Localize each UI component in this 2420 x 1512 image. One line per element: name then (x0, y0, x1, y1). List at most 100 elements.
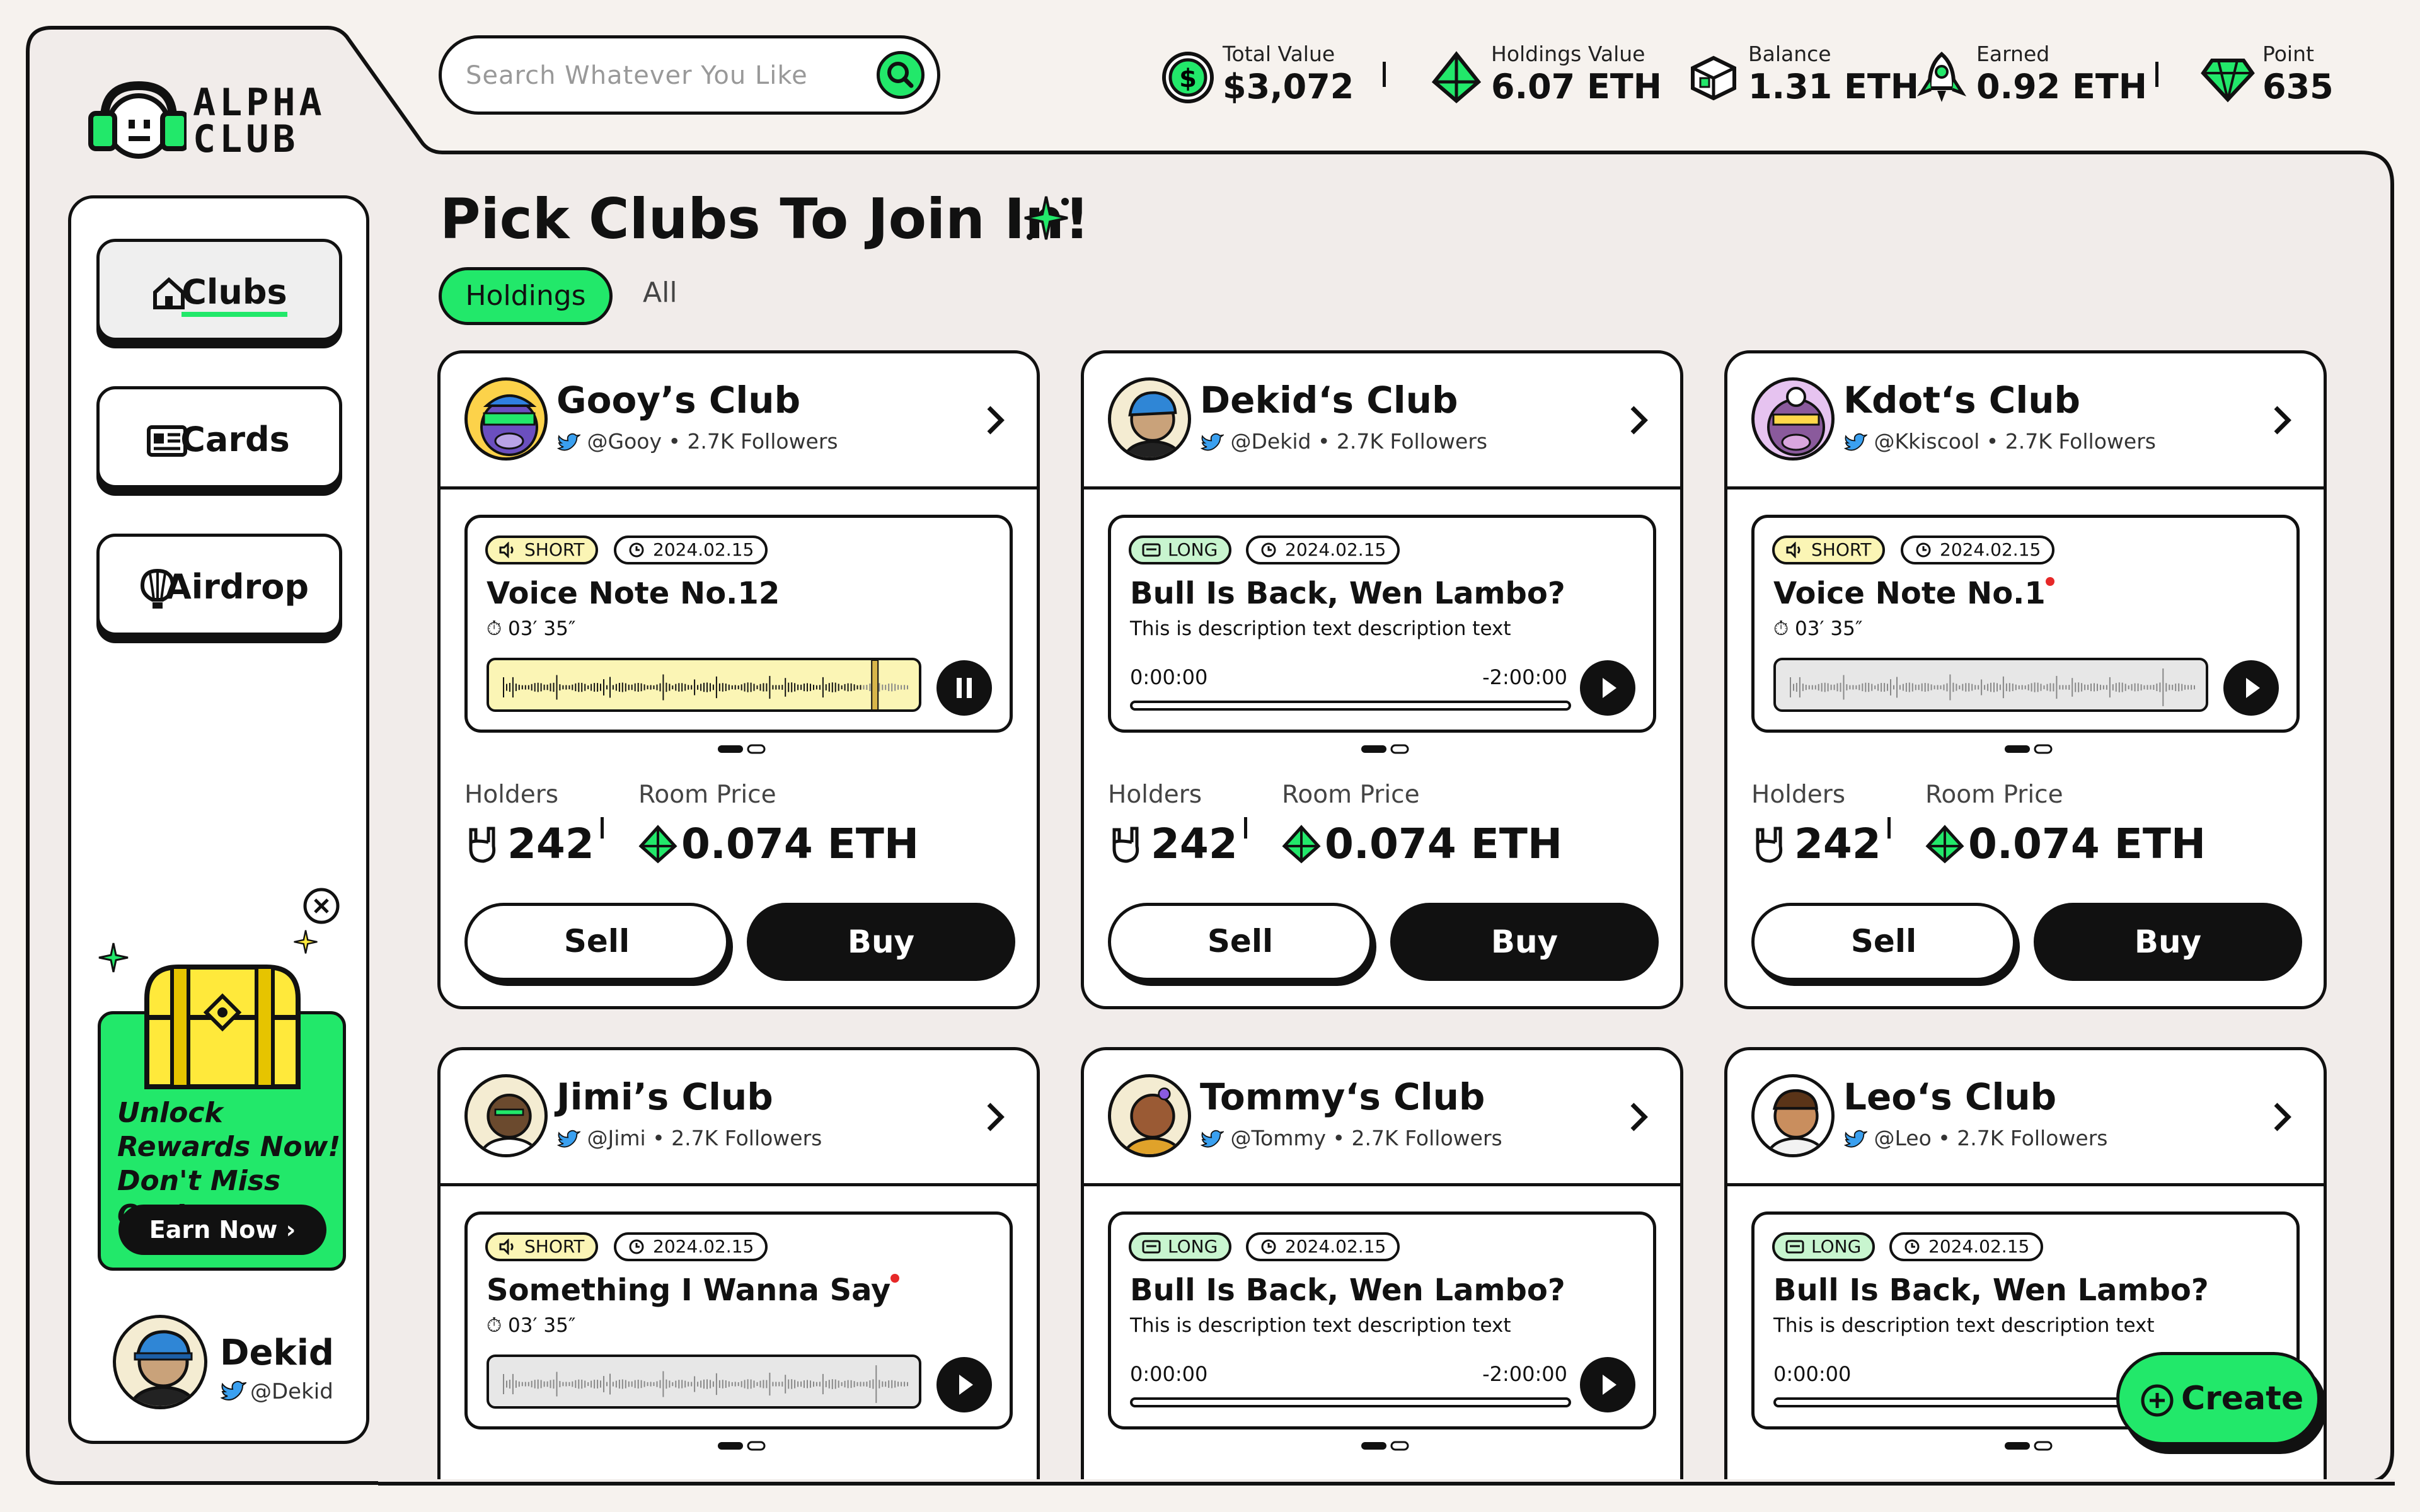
sell-button[interactable]: Sell (1751, 903, 2016, 981)
club-header[interactable]: Leo‘s Club @Leo • 2.7K Followers (1727, 1050, 2324, 1186)
avatar (464, 1074, 548, 1157)
sidebar-item-label: Clubs (100, 272, 339, 317)
create-button[interactable]: Create (2116, 1352, 2320, 1445)
audio-waveform[interactable] (487, 1354, 921, 1409)
stat-value: 1.31 ETH (1748, 67, 1919, 106)
audio-icon (499, 542, 514, 558)
buy-button[interactable]: Buy (747, 903, 1015, 981)
carousel-dots[interactable] (717, 743, 767, 755)
chevron-right-icon[interactable] (2268, 1098, 2297, 1136)
sell-button[interactable]: Sell (464, 903, 729, 981)
avatar (1108, 377, 1191, 461)
holders-count: 242 (1794, 820, 1881, 868)
tab-holdings[interactable]: Holdings (439, 267, 613, 325)
voice-note[interactable]: SHORT 2024.02.15 Voice Note No.12 ⏱ 03′ … (464, 515, 1013, 733)
progress-track[interactable] (1130, 701, 1571, 711)
avatar[interactable] (113, 1315, 207, 1409)
pause-button[interactable] (936, 660, 992, 716)
carousel-dots[interactable] (2003, 743, 2054, 755)
carousel-dots[interactable] (1360, 1440, 1410, 1452)
play-button[interactable] (2223, 660, 2279, 716)
room-price-label: Room Price (1282, 781, 1420, 809)
note-duration: ⏱ 03′ 35″ (487, 617, 576, 640)
date-badge: 2024.02.15 (1889, 1232, 2044, 1261)
twitter-bird-icon (1200, 1130, 1224, 1147)
brand-logo[interactable]: ALPHA CLUB (86, 81, 338, 163)
eth-diamond-icon (1431, 51, 1482, 103)
clock-icon (629, 1239, 644, 1254)
search-button[interactable] (877, 51, 925, 99)
user-profile[interactable]: Dekid @Dekid (113, 1310, 340, 1417)
buy-button[interactable]: Buy (1390, 903, 1659, 981)
audio-waveform[interactable] (487, 658, 921, 712)
audio-waveform[interactable] (1773, 658, 2208, 712)
play-button[interactable] (936, 1357, 992, 1412)
club-header[interactable]: Dekid‘s Club @Dekid • 2.7K Followers (1084, 353, 1680, 490)
time-elapsed: 0:00:00 (1130, 665, 1208, 689)
chevron-right-icon[interactable] (1625, 1098, 1654, 1136)
brand-name: ALPHA CLUB (193, 81, 326, 161)
note-title: Bull Is Back, Wen Lambo? (1130, 576, 1565, 611)
club-header[interactable]: Gooy’s Club @Gooy • 2.7K Followers (441, 353, 1037, 490)
club-card: Kdot‘s Club @Kkiscool • 2.7K Followers S… (1724, 350, 2327, 1009)
sidebar-item-cards[interactable]: Cards (96, 386, 342, 488)
carousel-dots[interactable] (2003, 1440, 2054, 1452)
page-title: Pick Clubs To Join In! (440, 186, 1090, 251)
club-card: Gooy’s Club @Gooy • 2.7K Followers SHORT… (437, 350, 1040, 1009)
holders-count: 242 (1151, 820, 1238, 868)
twitter-bird-icon (220, 1380, 246, 1400)
sidebar-item-clubs[interactable]: Clubs (96, 239, 342, 341)
twitter-bird-icon (1200, 433, 1224, 450)
sell-button[interactable]: Sell (1108, 903, 1373, 981)
avatar-image (129, 1330, 198, 1406)
search-input[interactable]: Search Whatever You Like (466, 61, 808, 90)
clock-icon (1916, 542, 1931, 558)
close-icon[interactable] (302, 886, 341, 925)
chevron-right-icon[interactable] (981, 1098, 1010, 1136)
play-button[interactable] (1580, 660, 1635, 716)
voice-note[interactable]: SHORT 2024.02.15 Something I Wanna Say ⏱… (464, 1211, 1013, 1429)
voice-note[interactable]: SHORT 2024.02.15 Voice Note No.1 ⏱ 03′ 3… (1751, 515, 2300, 733)
club-name: Dekid‘s Club (1200, 379, 1458, 421)
sidebar-item-label: Airdrop (165, 567, 309, 607)
chevron-right-icon[interactable] (2268, 401, 2297, 439)
duration-badge: SHORT (485, 536, 599, 564)
avatar (1108, 1074, 1191, 1157)
headphone-face-icon (88, 81, 187, 159)
stat-value: 635 (2262, 67, 2334, 106)
carousel-dots[interactable] (717, 1440, 767, 1452)
play-button[interactable] (1580, 1357, 1635, 1412)
club-header[interactable]: Jimi’s Club @Jimi • 2.7K Followers (441, 1050, 1037, 1186)
sparkle-icon (1024, 196, 1069, 240)
rock-hand-icon (1756, 827, 1783, 863)
duration-badge: SHORT (1772, 536, 1886, 564)
voice-note[interactable]: LONG 2024.02.15 Bull Is Back, Wen Lambo?… (1108, 515, 1656, 733)
time-elapsed: 0:00:00 (1773, 1362, 1852, 1386)
room-price: 0.074 ETH (1968, 820, 2206, 868)
clock-icon (1904, 1239, 1920, 1254)
avatar (1751, 1074, 1835, 1157)
sidebar-item-airdrop[interactable]: Airdrop (96, 534, 342, 636)
chevron-right-icon[interactable] (1625, 401, 1654, 439)
progress-track[interactable] (1130, 1397, 1571, 1407)
stat-label: Balance (1748, 42, 1831, 66)
waveform-graphic (1790, 668, 2195, 706)
tab-all[interactable]: All (643, 267, 677, 325)
ape-avatar-image (1767, 387, 1825, 456)
search-bar[interactable]: Search Whatever You Like (439, 35, 940, 115)
note-description: This is description text description tex… (1130, 617, 1511, 640)
time-elapsed: 0:00:00 (1130, 1362, 1208, 1386)
eth-diamond-icon (1282, 825, 1321, 864)
carousel-dots[interactable] (1360, 743, 1410, 755)
chevron-right-icon[interactable] (981, 401, 1010, 439)
avatar-image (479, 1093, 539, 1154)
duration-badge: SHORT (485, 1232, 599, 1261)
metric-divider (1244, 817, 1247, 839)
earn-now-button[interactable]: Earn Now › (118, 1205, 326, 1255)
club-header[interactable]: Kdot‘s Club @Kkiscool • 2.7K Followers (1727, 353, 2324, 490)
buy-button[interactable]: Buy (2034, 903, 2302, 981)
stat-divider (2155, 62, 2158, 87)
holders-label: Holders (1751, 781, 1846, 809)
club-header[interactable]: Tommy‘s Club @Tommy • 2.7K Followers (1084, 1050, 1680, 1186)
voice-note[interactable]: LONG 2024.02.15 Bull Is Back, Wen Lambo?… (1108, 1211, 1656, 1429)
